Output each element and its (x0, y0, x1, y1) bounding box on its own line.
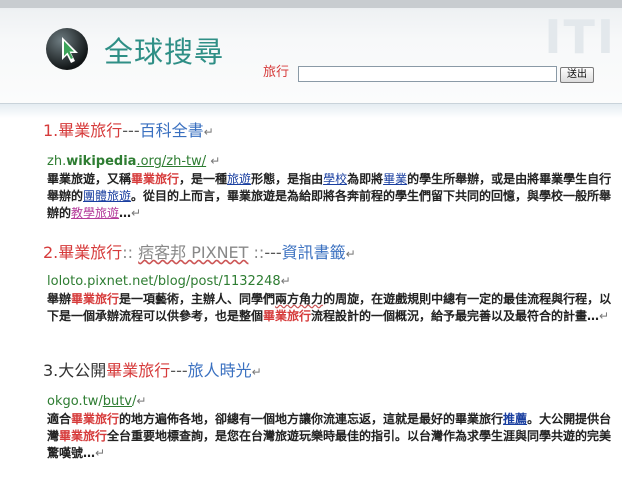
result-site: 痞客邦 PIXNET (138, 243, 249, 262)
snippet-text: 是一項藝術，主辦人、同學們 (119, 292, 276, 306)
url-text: loloto.pixnet.net/blog/post/1132248 (47, 274, 281, 289)
snippet-text: 兩方角力 (275, 292, 324, 306)
paragraph-mark: ↵ (203, 125, 214, 139)
page-title: 全球搜尋 (104, 35, 225, 69)
url-path: .org/zh-tw/ (136, 154, 207, 169)
snippet-link[interactable]: 畢業 (383, 172, 407, 186)
header-stripe (0, 0, 622, 8)
result-url[interactable]: loloto.pixnet.net/blog/post/1132248↵ (47, 273, 291, 290)
submit-button[interactable]: 送出 (560, 67, 594, 83)
url-prefix: zh. (47, 154, 67, 169)
snippet-link[interactable]: 教學旅遊 (71, 206, 119, 220)
snippet-link[interactable]: 旅遊 (227, 172, 251, 186)
url-prefix: okgo.tw/ (47, 394, 103, 409)
title-separator: :: (122, 243, 139, 262)
snippet-text: 流程設計的一個概況，給予最完善以及最符合的計畫… (311, 309, 600, 323)
cursor-logo-icon (46, 28, 88, 70)
snippet-highlight: 畢業旅行 (131, 172, 180, 186)
result-url[interactable]: zh.wikipedia.org/zh-tw/ ↵ (47, 153, 220, 170)
result-snippet: 適合畢業旅行的地方遍佈各地，卻總有一個地方讓你流連忘返，這就是最好的畢業旅行推薦… (47, 411, 613, 462)
result-keyword: 畢業旅行 (106, 361, 171, 380)
result-source: 旅人時光 (187, 361, 252, 380)
snippet-text: 為即將 (347, 172, 384, 186)
search-label: 旅行 (263, 65, 290, 80)
result-title[interactable]: 1.畢業旅行---百科全書↵ (43, 121, 214, 142)
snippet-link[interactable]: 學校 (323, 172, 347, 186)
snippet-text: 適合 (47, 412, 72, 426)
paragraph-mark: ↵ (95, 446, 106, 460)
paragraph-mark: ↵ (210, 154, 221, 168)
title-separator: --- (264, 243, 282, 262)
paragraph-mark: ↵ (251, 365, 262, 379)
snippet-highlight: 畢業旅行 (263, 309, 312, 323)
paragraph-mark: ↵ (599, 309, 610, 323)
snippet-highlight: 畢業旅行 (59, 429, 108, 443)
paragraph-mark: ↵ (345, 247, 356, 261)
result-snippet: 舉辦畢業旅行是一項藝術，主辦人、同學們兩方角力的周旋，在遊戲規則中總有一定的最佳… (47, 291, 613, 325)
header-banner: ITI 全球搜尋 旅行 送出 (0, 0, 622, 104)
result-prefix: 大公開 (58, 361, 107, 380)
result-number: 2. (43, 243, 59, 262)
result-source: 資訊書籤 (281, 243, 346, 262)
snippet-text: 舉辦 (47, 292, 72, 306)
result-title[interactable]: 2.畢業旅行:: 痞客邦 PIXNET ::---資訊書籤↵ (43, 243, 356, 264)
result-number: 1. (43, 121, 59, 140)
url-domain: wikipedia (66, 154, 137, 169)
header-decoration: ITI (544, 10, 616, 64)
snippet-link[interactable]: 推薦 (503, 412, 527, 426)
result-snippet: 畢業旅遊，又稱畢業旅行，是一種旅遊形態，是指由學校為即將畢業的學生所舉辦，或是由… (47, 171, 613, 222)
snippet-text: 形態，是指由 (251, 172, 324, 186)
snippet-highlight: 畢業旅行 (71, 292, 120, 306)
result-keyword: 畢業旅行 (58, 121, 123, 140)
result-number: 3. (43, 361, 59, 380)
result-url[interactable]: okgo.tw/butv/↵ (47, 393, 146, 410)
result-keyword: 畢業旅行 (58, 243, 123, 262)
title-separator: --- (122, 121, 140, 140)
title-separator: :: (248, 243, 265, 262)
snippet-text: ，是一種 (179, 172, 228, 186)
url-path: butv (102, 394, 132, 409)
search-input[interactable] (298, 66, 557, 82)
snippet-text: 的地方遍佈各地，卻總有一個地方讓你流連忘返，這就是最好的畢業旅行 (119, 412, 504, 426)
snippet-text: 畢業旅遊，又稱 (47, 172, 132, 186)
paragraph-mark: ↵ (131, 206, 142, 220)
header-shadow (0, 104, 622, 118)
result-title[interactable]: 3.大公開畢業旅行---旅人時光↵ (43, 361, 262, 382)
paragraph-mark: ↵ (280, 274, 291, 288)
paragraph-mark: ↵ (136, 394, 147, 408)
snippet-highlight: 畢業旅行 (71, 412, 120, 426)
snippet-link[interactable]: 團體旅遊 (83, 189, 131, 203)
snippet-text: 全台重要地標查詢，是您在台灣旅遊玩樂時最佳的指引。以台灣作為求學生涯與同學共遊的… (47, 429, 612, 460)
snippet-text: … (119, 206, 132, 220)
title-separator: --- (170, 361, 188, 380)
result-source: 百科全書 (139, 121, 204, 140)
